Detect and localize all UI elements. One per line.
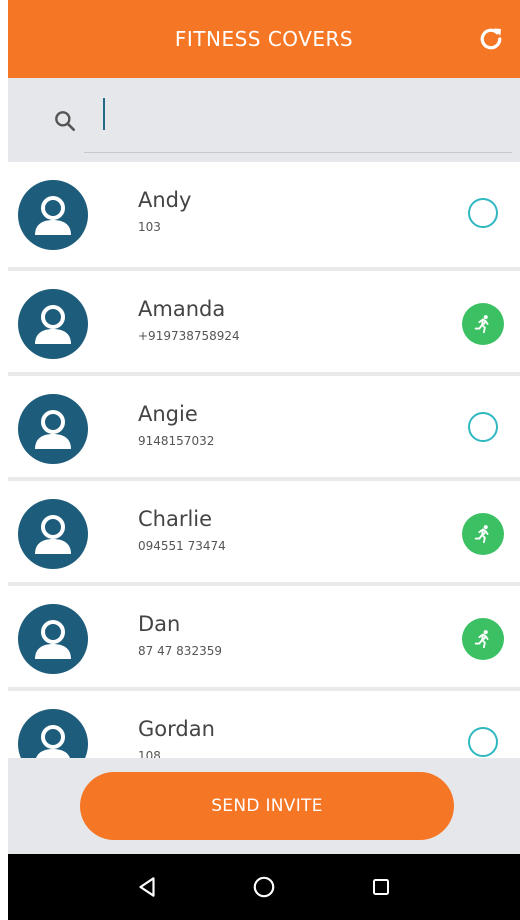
contact-phone: 87 47 832359 [138, 644, 222, 658]
contact-name: Charlie [138, 507, 213, 531]
app-header: FITNESS COVERS [8, 0, 520, 78]
search-bar [8, 78, 520, 162]
select-radio-icon[interactable] [468, 412, 498, 442]
contact-phone: +919738758924 [138, 329, 240, 343]
contact-phone: 108 [138, 749, 161, 758]
person-icon [18, 499, 88, 569]
send-invite-button[interactable]: SEND INVITE [80, 772, 454, 840]
contact-name: Angie [138, 402, 198, 426]
home-circle-icon[interactable] [247, 870, 281, 904]
contact-row[interactable]: Dan 87 47 832359 [8, 582, 520, 687]
person-icon [18, 289, 88, 359]
contact-phone: 094551 73474 [138, 539, 226, 553]
contact-row[interactable]: Gordan 108 [8, 687, 520, 758]
running-icon[interactable] [462, 303, 504, 345]
app-screen: FITNESS COVERS Andy 103 Amanda +91973875892… [0, 0, 520, 920]
contact-phone: 103 [138, 220, 161, 234]
contact-row[interactable]: Amanda +919738758924 [8, 267, 520, 372]
recents-square-icon[interactable] [364, 870, 398, 904]
contact-phone: 9148157032 [138, 434, 215, 448]
select-radio-icon[interactable] [468, 198, 498, 228]
contact-list: Andy 103 Amanda +919738758924 Angie 914815703… [8, 162, 520, 758]
page-title: FITNESS COVERS [174, 27, 354, 51]
contact-row[interactable]: Angie 9148157032 [8, 372, 520, 477]
person-icon [18, 180, 88, 250]
person-icon [18, 604, 88, 674]
running-icon[interactable] [462, 513, 504, 555]
select-radio-icon[interactable] [468, 727, 498, 757]
contact-name: Dan [138, 612, 181, 636]
refresh-icon[interactable] [476, 24, 506, 54]
bottom-bar: SEND INVITE [8, 758, 520, 854]
search-input[interactable] [103, 98, 105, 130]
contact-name: Andy [138, 188, 192, 212]
search-underline [84, 152, 512, 153]
contact-name: Amanda [138, 297, 226, 321]
contact-row[interactable]: Andy 103 [8, 162, 520, 267]
contact-name: Gordan [138, 717, 215, 741]
contact-row[interactable]: Charlie 094551 73474 [8, 477, 520, 582]
person-icon [18, 394, 88, 464]
person-icon [18, 709, 88, 758]
search-icon [55, 111, 75, 131]
system-nav-bar [8, 854, 520, 920]
running-icon[interactable] [462, 618, 504, 660]
back-triangle-icon[interactable] [130, 870, 164, 904]
